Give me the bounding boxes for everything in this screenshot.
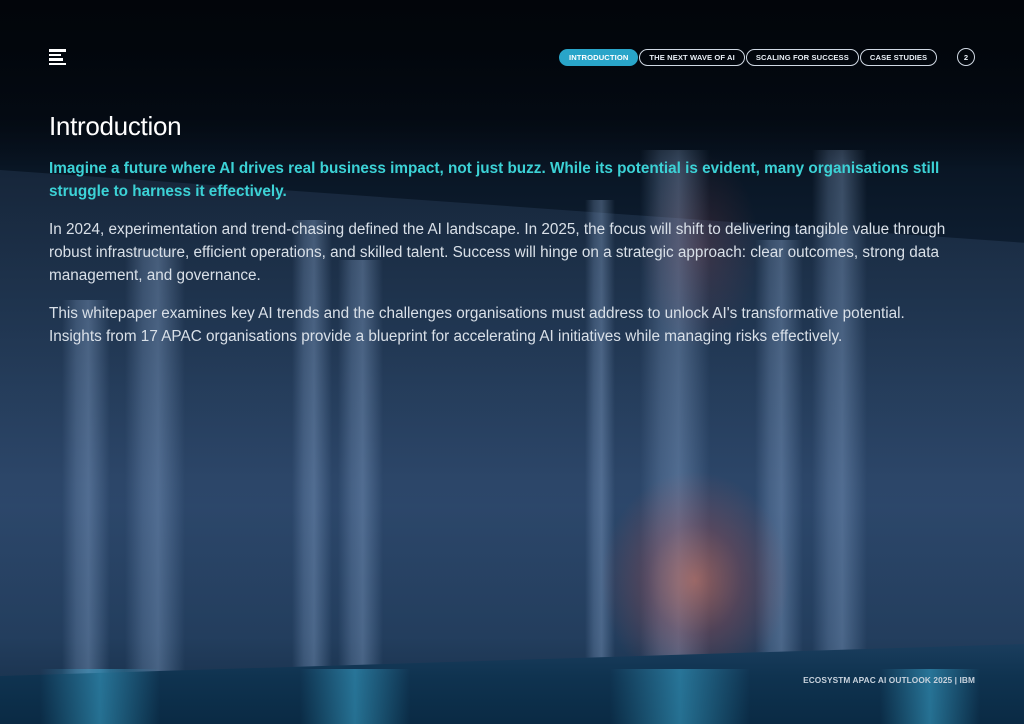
background-glow bbox=[600, 470, 790, 670]
ecosystm-logo-icon[interactable] bbox=[49, 49, 66, 65]
background-floor-streak bbox=[40, 669, 160, 724]
body-paragraph: This whitepaper examines key AI trends a… bbox=[49, 305, 905, 345]
nav-tab-next-wave-of-ai[interactable]: THE NEXT WAVE OF AI bbox=[639, 49, 745, 66]
page-title: Introduction bbox=[49, 111, 182, 141]
nav-tab-scaling-for-success[interactable]: SCALING FOR SUCCESS bbox=[745, 49, 859, 66]
background-floor-streak bbox=[300, 669, 410, 724]
page-number: 2 bbox=[957, 48, 975, 66]
footer-text: ECOSYSTM APAC AI OUTLOOK 2025 | IBM bbox=[803, 675, 975, 685]
background-image bbox=[0, 0, 1024, 724]
section-nav: INTRODUCTION THE NEXT WAVE OF AI SCALING… bbox=[559, 48, 938, 67]
body-paragraph: In 2024, experimentation and trend-chasi… bbox=[49, 221, 946, 284]
background-shade bbox=[0, 0, 1024, 170]
background-pillar bbox=[62, 300, 110, 724]
nav-tab-case-studies[interactable]: CASE STUDIES bbox=[859, 49, 938, 66]
lead-paragraph: Imagine a future where AI drives real bu… bbox=[49, 160, 940, 200]
nav-tab-introduction[interactable]: INTRODUCTION bbox=[559, 49, 639, 66]
background-pillar bbox=[292, 220, 332, 724]
background-floor-streak bbox=[610, 669, 750, 724]
